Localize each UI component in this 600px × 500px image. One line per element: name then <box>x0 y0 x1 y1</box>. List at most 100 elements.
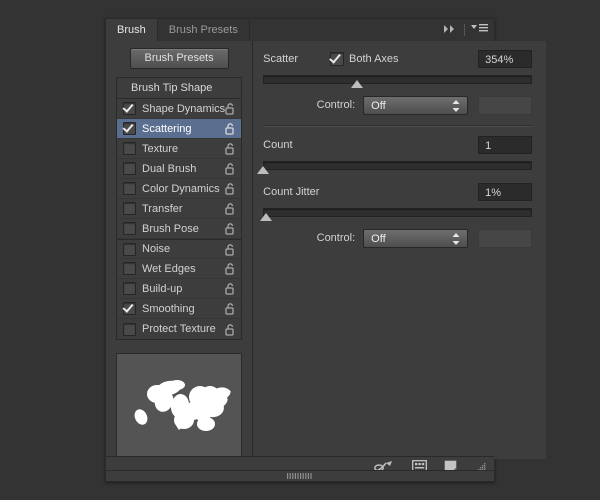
count-slider-thumb[interactable] <box>257 166 270 174</box>
option-label: Color Dynamics <box>142 182 220 195</box>
count-jitter-control-secondary-field[interactable] <box>478 228 533 248</box>
checkbox-scattering[interactable] <box>123 122 136 135</box>
count-jitter-slider-track[interactable] <box>263 208 533 217</box>
tool-divider <box>464 24 465 36</box>
scatter-label: Scatter <box>263 53 299 65</box>
lock-open-icon[interactable] <box>225 202 236 215</box>
option-row-texture[interactable]: Texture <box>117 139 242 159</box>
option-row-brush-pose[interactable]: Brush Pose <box>117 219 242 239</box>
scattering-settings-column: Scatter Both Axes 354% Control: Off Coun… <box>253 41 547 459</box>
lock-open-icon[interactable] <box>225 302 236 315</box>
lock-open-icon[interactable] <box>225 282 236 295</box>
tab-brush[interactable]: Brush <box>106 19 158 41</box>
stepper-arrows-icon <box>452 232 460 252</box>
checkbox-dual-brush[interactable] <box>123 162 136 175</box>
count-slider-track[interactable] <box>263 161 533 170</box>
brush-options-list: Brush Tip Shape Shape Dynamics Scatterin… <box>116 77 243 340</box>
tab-brush-presets[interactable]: Brush Presets <box>157 19 250 41</box>
dock-grip-icon <box>287 473 312 479</box>
count-value-input[interactable]: 1 <box>478 136 533 154</box>
scatter-slider-track[interactable] <box>263 75 533 84</box>
tab-brush-label: Brush <box>117 24 146 36</box>
checkbox-shape-dynamics[interactable] <box>123 102 136 115</box>
count-jitter-control-value: Off <box>371 232 386 245</box>
brush-presets-button[interactable]: Brush Presets <box>129 48 229 69</box>
count-jitter-slider[interactable] <box>259 207 533 221</box>
panel-tab-bar: Brush Brush Presets <box>106 19 494 42</box>
lock-open-icon[interactable] <box>225 243 236 256</box>
count-jitter-slider-thumb[interactable] <box>259 213 272 221</box>
option-label: Brush Pose <box>142 222 199 235</box>
option-row-noise[interactable]: Noise <box>117 239 242 259</box>
count-jitter-control-row: Control: Off <box>263 227 533 249</box>
option-row-smoothing[interactable]: Smoothing <box>117 299 242 319</box>
lock-open-icon[interactable] <box>225 142 236 155</box>
scatter-slider-thumb[interactable] <box>351 80 364 88</box>
option-label: Smoothing <box>142 302 195 315</box>
count-jitter-control-select[interactable]: Off <box>363 228 469 248</box>
scatter-control-label: Control: <box>316 99 356 111</box>
option-label: Noise <box>142 243 171 255</box>
lock-open-icon[interactable] <box>225 222 236 235</box>
checkbox-transfer[interactable] <box>123 202 136 215</box>
scatter-control-row: Control: Off <box>263 94 533 116</box>
stepper-arrows-icon <box>452 99 460 119</box>
lock-open-icon[interactable] <box>225 323 236 336</box>
brush-stroke-preview <box>116 353 243 459</box>
lock-open-icon[interactable] <box>225 262 236 275</box>
scatter-control-select[interactable]: Off <box>363 95 469 115</box>
checkbox-smoothing[interactable] <box>123 302 136 315</box>
both-axes-toggle[interactable]: Both Axes <box>330 52 399 66</box>
panel-dock-grip-bar[interactable] <box>105 470 495 482</box>
double-chevron-right-icon[interactable] <box>443 21 458 39</box>
option-row-protect-texture[interactable]: Protect Texture <box>117 319 241 339</box>
option-label: Wet Edges <box>142 262 196 275</box>
panel-body: Brush Presets Brush Tip Shape Shape Dyna… <box>106 41 547 459</box>
photoshop-brush-panel-screen: Brush Brush Presets Brush Presets Brush … <box>0 0 600 500</box>
option-row-scattering[interactable]: Scattering <box>117 119 242 139</box>
option-label: Scattering <box>142 122 192 135</box>
count-jitter-value-input[interactable]: 1% <box>478 183 533 201</box>
checkbox-both-axes[interactable] <box>330 52 345 66</box>
tab-brush-presets-label: Brush Presets <box>168 24 238 36</box>
option-row-build-up[interactable]: Build-up <box>117 279 242 299</box>
both-axes-label: Both Axes <box>349 53 399 65</box>
option-label: Protect Texture <box>142 323 216 335</box>
presets-button-row: Brush Presets <box>106 41 252 77</box>
option-row-shape-dynamics[interactable]: Shape Dynamics <box>117 99 242 119</box>
checkbox-protect-texture[interactable] <box>123 322 136 336</box>
scatter-value-input[interactable]: 354% <box>478 50 533 68</box>
lock-open-icon[interactable] <box>225 122 236 135</box>
option-row-color-dynamics[interactable]: Color Dynamics <box>117 179 242 199</box>
checkbox-texture[interactable] <box>123 142 136 155</box>
checkbox-noise[interactable] <box>123 242 136 256</box>
brush-stroke-preview-graphic <box>134 380 231 431</box>
option-label: Dual Brush <box>142 162 197 175</box>
checkbox-wet-edges[interactable] <box>123 262 136 275</box>
option-row-transfer[interactable]: Transfer <box>117 199 242 219</box>
count-label: Count <box>263 139 293 151</box>
checkbox-color-dynamics[interactable] <box>123 182 136 195</box>
option-row-wet-edges[interactable]: Wet Edges <box>117 259 242 279</box>
panel-menu-icon[interactable] <box>471 21 488 39</box>
checkbox-build-up[interactable] <box>123 282 136 295</box>
lock-open-icon[interactable] <box>225 162 236 175</box>
brush-tip-shape-header[interactable]: Brush Tip Shape <box>117 78 242 99</box>
section-divider <box>263 125 533 127</box>
brush-panel: Brush Brush Presets Brush Presets Brush … <box>105 18 547 482</box>
count-slider[interactable] <box>257 160 533 174</box>
count-jitter-header-row: Count Jitter 1% <box>263 181 533 203</box>
tab-bar-spacer <box>249 19 441 41</box>
lock-open-icon[interactable] <box>225 102 236 115</box>
count-header-row: Count 1 <box>263 134 533 156</box>
scatter-slider[interactable] <box>263 74 533 88</box>
panel-tab-tools <box>441 19 494 41</box>
brush-options-column: Brush Presets Brush Tip Shape Shape Dyna… <box>106 41 254 459</box>
scatter-control-secondary-field[interactable] <box>478 95 533 115</box>
option-label: Transfer <box>142 202 183 215</box>
lock-open-icon[interactable] <box>225 182 236 195</box>
count-jitter-label: Count Jitter <box>263 186 320 198</box>
count-jitter-control-label: Control: <box>316 232 356 244</box>
checkbox-brush-pose[interactable] <box>123 222 136 235</box>
option-row-dual-brush[interactable]: Dual Brush <box>117 159 242 179</box>
